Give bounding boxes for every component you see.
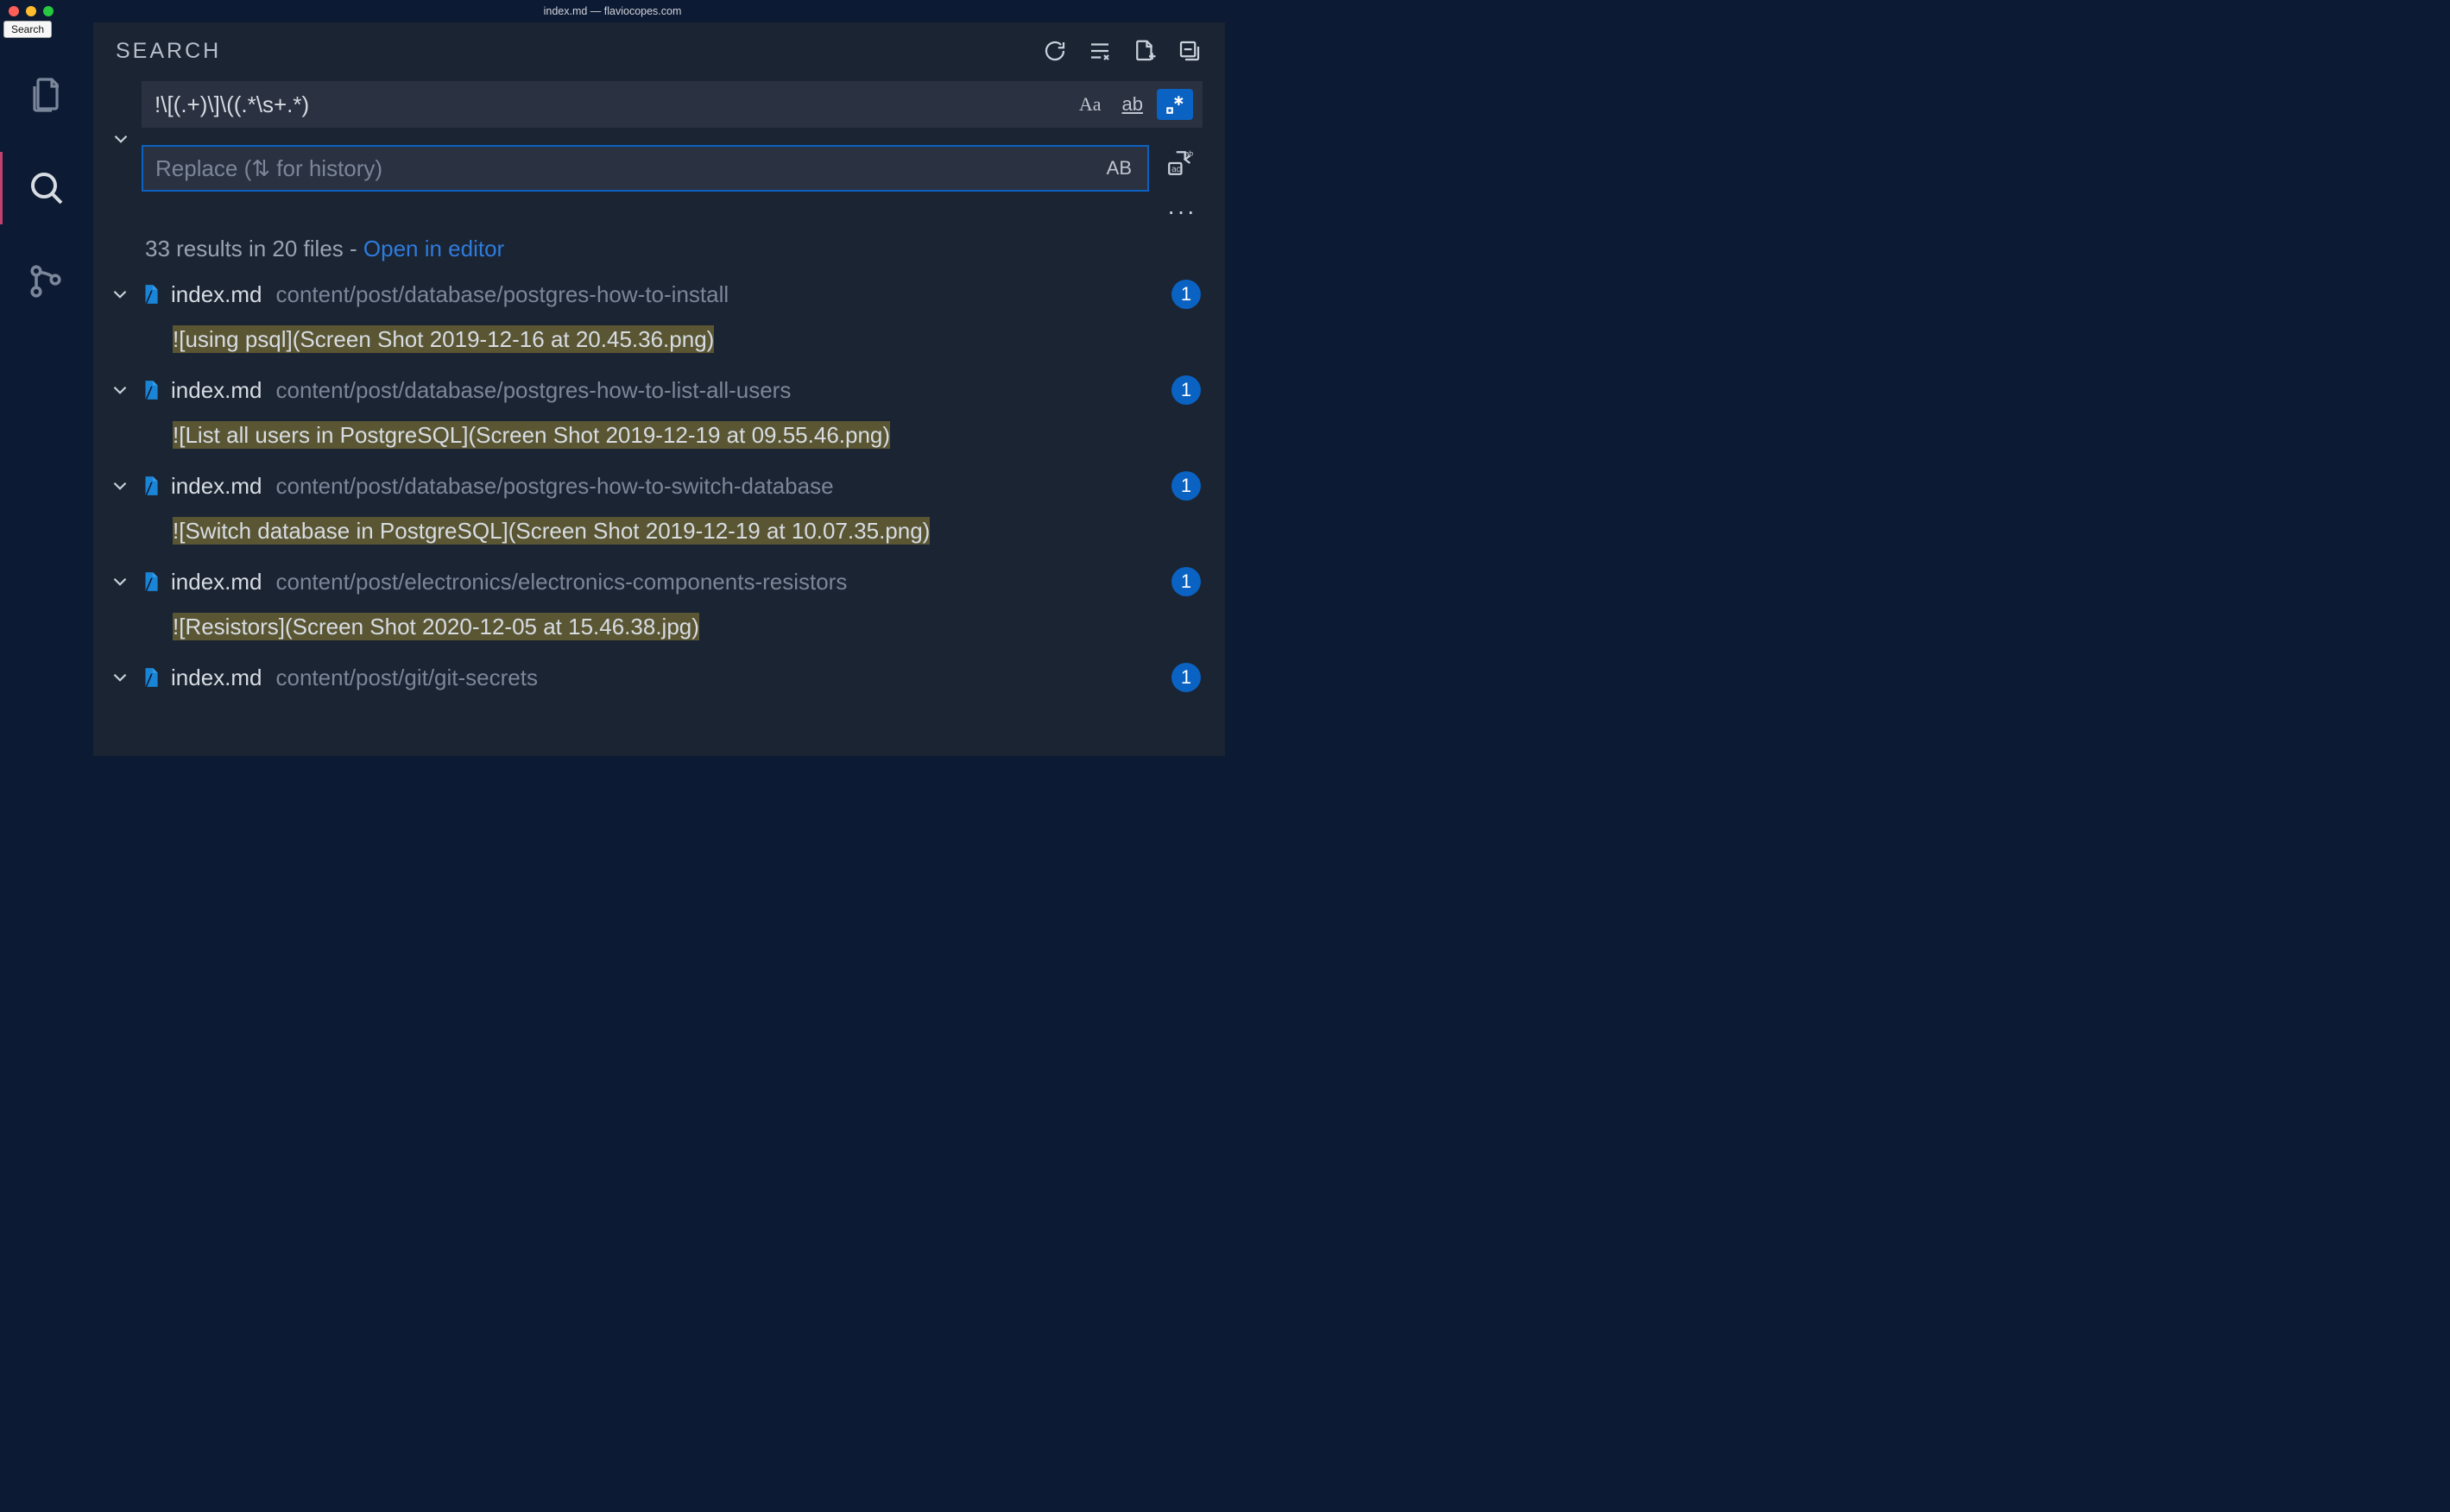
replace-all-icon: ac ab [1165, 148, 1195, 178]
result-file-header[interactable]: index.md content/post/database/postgres-h… [109, 367, 1225, 413]
activity-bar [0, 22, 93, 756]
titlebar: index.md — flaviocopes.com Search [0, 0, 1225, 22]
collapse-icon [1177, 38, 1203, 64]
svg-text:ab: ab [1185, 149, 1194, 158]
activity-source-control[interactable] [0, 235, 93, 328]
chevron-down-icon [109, 570, 131, 593]
markdown-file-icon [140, 473, 162, 499]
window-minimize-button[interactable] [26, 6, 36, 16]
result-filename: index.md [171, 377, 262, 404]
markdown-file-icon [140, 665, 162, 690]
result-match-line[interactable]: ![Switch database in PostgreSQL](Screen … [109, 509, 1225, 557]
source-control-icon [26, 261, 67, 302]
match-case-toggle[interactable]: Aa [1072, 89, 1108, 120]
activity-search[interactable] [0, 142, 93, 235]
result-filepath: content/post/database/postgres-how-to-sw… [276, 473, 1164, 500]
result-filename: index.md [171, 569, 262, 595]
result-file-group: index.md content/post/database/postgres-h… [109, 271, 1225, 365]
match-highlight: ![Resistors](Screen Shot 2020-12-05 at 1… [173, 613, 699, 640]
replace-input[interactable] [155, 155, 1100, 182]
window-title: index.md — flaviocopes.com [544, 5, 682, 17]
markdown-file-icon [140, 281, 162, 307]
result-match-line[interactable]: ![List all users in PostgreSQL](Screen S… [109, 413, 1225, 461]
result-filepath: content/post/database/postgres-how-to-in… [276, 281, 1164, 308]
regex-toggle[interactable] [1157, 89, 1193, 120]
toggle-replace-button[interactable] [110, 128, 132, 154]
collapse-all-button[interactable] [1177, 38, 1203, 64]
match-highlight: ![List all users in PostgreSQL](Screen S… [173, 421, 890, 449]
replace-all-button[interactable]: ac ab [1165, 148, 1195, 182]
activity-explorer[interactable] [0, 48, 93, 142]
file-plus-icon [1132, 38, 1158, 64]
search-input[interactable] [155, 91, 1072, 118]
svg-text:ac: ac [1171, 165, 1181, 174]
result-file-header[interactable]: index.md content/post/git/git-secrets 1 [109, 654, 1225, 701]
result-file-group: index.md content/post/database/postgres-h… [109, 463, 1225, 557]
result-file-header[interactable]: index.md content/post/electronics/electro… [109, 558, 1225, 605]
files-icon [26, 74, 67, 116]
result-count-badge: 1 [1171, 663, 1201, 692]
markdown-file-icon [140, 569, 162, 595]
result-count-badge: 1 [1171, 471, 1201, 501]
result-filename: index.md [171, 665, 262, 691]
result-match-line[interactable]: ![Resistors](Screen Shot 2020-12-05 at 1… [109, 605, 1225, 652]
whole-word-toggle[interactable]: ab [1115, 89, 1150, 120]
chevron-down-icon [109, 283, 131, 306]
regex-icon [1164, 93, 1186, 116]
search-panel: SEARCH [93, 22, 1225, 756]
more-options-button[interactable]: ··· [1164, 198, 1197, 225]
window-close-button[interactable] [9, 6, 19, 16]
search-tooltip: Search [3, 21, 52, 38]
preserve-case-toggle[interactable]: AB [1100, 153, 1139, 184]
search-icon [26, 167, 67, 209]
chevron-down-icon [109, 666, 131, 689]
result-file-header[interactable]: index.md content/post/database/postgres-h… [109, 271, 1225, 318]
search-input-row: Aa ab [142, 81, 1203, 128]
match-highlight: ![using psql](Screen Shot 2019-12-16 at … [173, 325, 714, 353]
result-filepath: content/post/electronics/electronics-com… [276, 569, 1164, 595]
panel-title: SEARCH [116, 39, 221, 64]
refresh-button[interactable] [1042, 38, 1068, 64]
chevron-down-icon [109, 475, 131, 497]
result-file-group: index.md content/post/database/postgres-h… [109, 367, 1225, 461]
result-file-group: index.md content/post/electronics/electro… [109, 558, 1225, 652]
markdown-file-icon [140, 377, 162, 403]
result-match-line[interactable]: ![using psql](Screen Shot 2019-12-16 at … [109, 318, 1225, 365]
replace-input-row: AB [142, 145, 1149, 192]
clear-icon [1087, 38, 1113, 64]
result-filepath: content/post/git/git-secrets [276, 665, 1164, 691]
result-file-header[interactable]: index.md content/post/database/postgres-h… [109, 463, 1225, 509]
result-filename: index.md [171, 281, 262, 308]
open-in-editor-link[interactable]: Open in editor [363, 236, 504, 261]
result-file-group: index.md content/post/git/git-secrets 1 [109, 654, 1225, 701]
chevron-down-icon [110, 128, 132, 150]
result-count-badge: 1 [1171, 567, 1201, 596]
results-list: index.md content/post/database/postgres-h… [93, 271, 1225, 702]
result-filename: index.md [171, 473, 262, 500]
window-zoom-button[interactable] [43, 6, 54, 16]
match-highlight: ![Switch database in PostgreSQL](Screen … [173, 517, 930, 545]
chevron-down-icon [109, 379, 131, 401]
result-count-badge: 1 [1171, 375, 1201, 405]
refresh-icon [1042, 38, 1068, 64]
new-search-editor-button[interactable] [1132, 38, 1158, 64]
result-filepath: content/post/database/postgres-how-to-li… [276, 377, 1164, 404]
clear-results-button[interactable] [1087, 38, 1113, 64]
result-count-badge: 1 [1171, 280, 1201, 309]
results-summary: 33 results in 20 files - Open in editor [93, 229, 1225, 271]
